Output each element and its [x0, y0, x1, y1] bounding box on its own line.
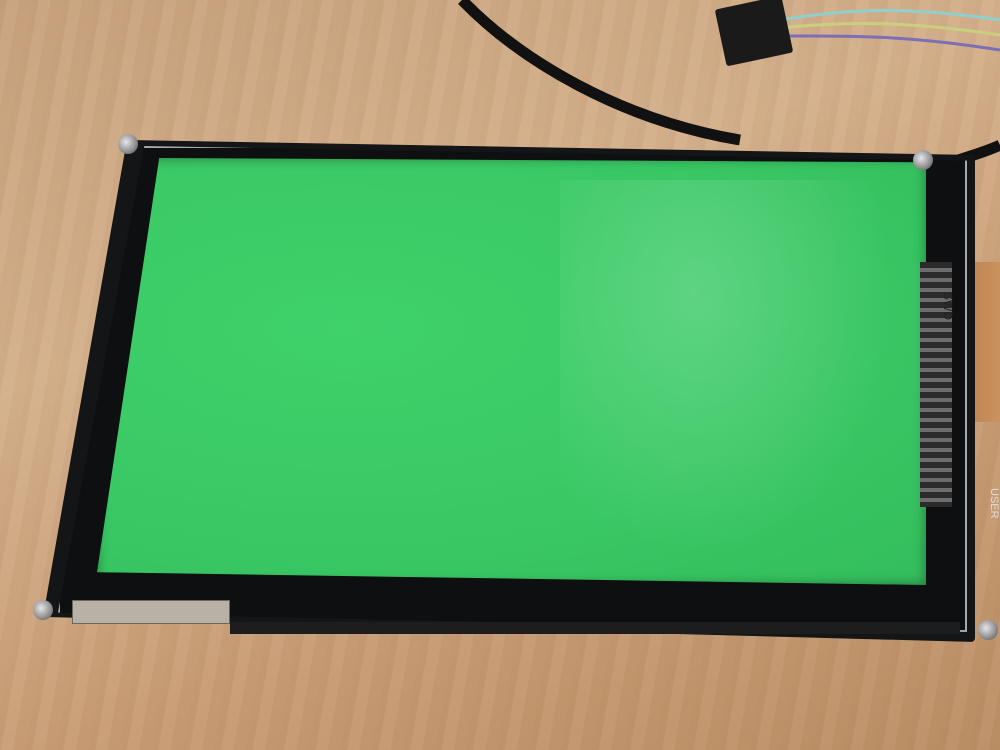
mounting-screw-icon [33, 600, 53, 620]
board-label-user: USER [988, 488, 1000, 519]
mounting-screw-icon [978, 620, 998, 640]
glare-reflection [560, 180, 900, 560]
mounting-screw-icon [118, 134, 138, 154]
ribbon-wire [779, 34, 1000, 52]
board-bottom-edge [230, 622, 960, 634]
mounting-screw-icon [913, 150, 933, 170]
black-cable [458, 0, 741, 146]
ribbon-wire [779, 9, 1000, 22]
photo-scene: SWD USER [0, 0, 1000, 750]
ribbon-wire [779, 22, 1000, 37]
flex-cable [72, 600, 230, 624]
board-label-swd: SWD [941, 292, 955, 320]
